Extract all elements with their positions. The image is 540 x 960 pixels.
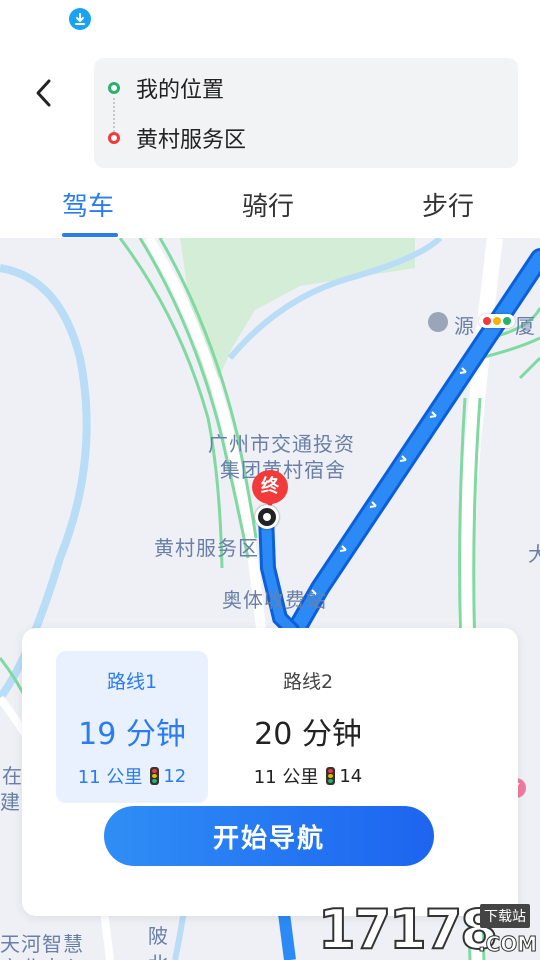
watermark-tag: 下载站 <box>480 904 530 928</box>
route-name: 路线2 <box>282 671 334 693</box>
route-traffic-lights: 12 <box>163 765 187 787</box>
status-bar <box>0 0 540 40</box>
map-poi-label: 广州市交通投资 <box>208 432 355 456</box>
route-option-1[interactable]: 路线1 19 分钟 11 公里 12 <box>56 651 208 803</box>
tab-walk[interactable]: 步行 <box>422 186 474 223</box>
back-button[interactable] <box>22 70 66 116</box>
traffic-light-icon <box>479 314 515 328</box>
watermark-domain: .COM <box>477 932 538 957</box>
map-poi-label: 在 <box>2 764 23 788</box>
route-meta: 11 公里 14 <box>232 763 384 789</box>
tab-drive[interactable]: 驾车 <box>62 186 114 223</box>
location-pin-icon <box>428 312 448 332</box>
route-distance: 11 公里 <box>253 767 319 788</box>
route-option-2[interactable]: 路线2 20 分钟 11 公里 14 <box>232 651 384 803</box>
map-poi-label: 源 <box>454 314 475 338</box>
route-duration: 20 分钟 <box>254 717 362 752</box>
start-dot-icon <box>108 82 120 94</box>
active-tab-indicator <box>62 233 118 237</box>
start-location-text: 我的位置 <box>136 78 225 103</box>
map-poi-label: 建 <box>0 790 21 814</box>
watermark-logo: 17178 下载站 .COM <box>317 896 540 960</box>
map-poi-label: 产业中心 <box>0 952 84 960</box>
route-meta: 11 公里 12 <box>56 763 208 789</box>
end-dot-icon <box>108 132 120 144</box>
route-options-card: 路线1 19 分钟 11 公里 12 路线2 20 分钟 11 公里 14 开始… <box>22 628 518 916</box>
route-endpoints-box: 我的位置 黄村服务区 <box>94 58 518 168</box>
map-poi-label: 陂 <box>148 924 169 948</box>
destination-marker[interactable]: 终 <box>252 470 288 510</box>
origin-marker <box>255 505 279 529</box>
start-navigation-button[interactable]: 开始导航 <box>104 806 434 866</box>
tab-bike[interactable]: 骑行 <box>242 186 294 223</box>
map-poi-label: 黄村服务区 <box>154 536 259 560</box>
route-name: 路线1 <box>106 671 158 693</box>
download-icon <box>69 8 91 30</box>
map-poi-label: 奥体收费站 <box>222 588 327 612</box>
map-poi-label: 大 <box>528 542 540 566</box>
end-location-text: 黄村服务区 <box>136 128 247 153</box>
route-duration: 19 分钟 <box>78 717 186 752</box>
travel-mode-tabs: 驾车 骑行 步行 <box>0 178 540 238</box>
end-location-field[interactable]: 黄村服务区 <box>108 118 246 158</box>
chevron-left-icon <box>36 79 51 107</box>
traffic-light-icon <box>150 767 160 785</box>
route-traffic-lights: 14 <box>339 765 363 787</box>
watermark-number: 17178 <box>317 897 499 960</box>
map-poi-label: 厦 <box>515 314 536 338</box>
traffic-light-icon <box>326 767 336 785</box>
map-poi-label: 北 <box>148 948 169 960</box>
start-location-field[interactable]: 我的位置 <box>108 68 224 108</box>
route-distance: 11 公里 <box>77 767 143 788</box>
